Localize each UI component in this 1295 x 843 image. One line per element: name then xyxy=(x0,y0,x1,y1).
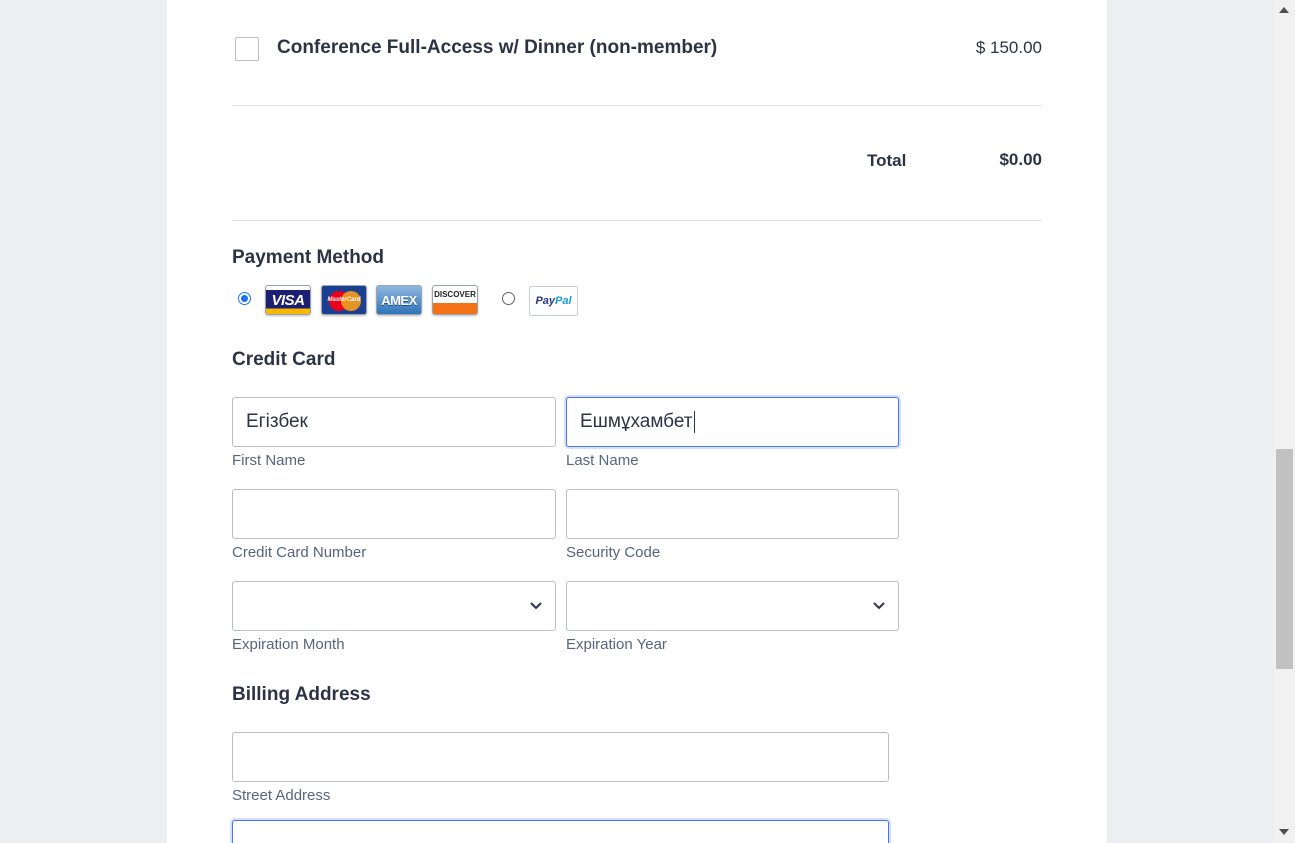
security-code-input[interactable] xyxy=(566,489,899,539)
last-name-value: Ешмұхамбет xyxy=(580,411,693,432)
total-value: $0.00 xyxy=(999,150,1042,169)
credit-card-radio[interactable] xyxy=(238,292,251,305)
product-checkbox[interactable] xyxy=(235,37,259,61)
divider xyxy=(232,220,1042,221)
first-name-value: Егізбек xyxy=(246,411,308,432)
street-address-line-2-input[interactable] xyxy=(232,820,889,843)
amex-logo: AMEX xyxy=(376,285,422,315)
product-price: $ 150.00 xyxy=(975,38,1042,57)
security-code-label: Security Code xyxy=(566,544,661,561)
scrollbar-thumb[interactable] xyxy=(1276,449,1293,669)
payment-method-title: Payment Method xyxy=(232,247,385,268)
card-number-input[interactable] xyxy=(232,489,556,539)
street-address-label: Street Address xyxy=(232,787,331,804)
chevron-down-icon xyxy=(530,602,542,610)
paypal-logo-text-2: Pal xyxy=(555,295,572,307)
expiration-year-select[interactable] xyxy=(566,581,899,631)
paypal-radio[interactable] xyxy=(502,292,515,305)
first-name-input[interactable]: Егізбек xyxy=(232,397,556,447)
expiration-month-select[interactable] xyxy=(232,581,556,631)
chevron-down-icon xyxy=(873,602,885,610)
form-card: Conference Full-Access w/ Dinner (non-me… xyxy=(167,0,1107,843)
discover-logo: DISCOVER xyxy=(432,285,478,315)
expiration-year-label: Expiration Year xyxy=(566,636,667,653)
paypal-logo: Pay Pal xyxy=(529,286,578,316)
card-number-label: Credit Card Number xyxy=(232,544,367,561)
text-caret xyxy=(693,411,695,433)
scrollbar[interactable] xyxy=(1274,0,1295,843)
divider xyxy=(232,105,1042,106)
expiration-month-label: Expiration Month xyxy=(232,636,345,653)
total-label: Total xyxy=(867,151,907,170)
scroll-up-arrow-icon[interactable] xyxy=(1279,6,1289,14)
paypal-logo-text-1: Pay xyxy=(535,295,556,307)
last-name-label: Last Name xyxy=(566,452,639,469)
street-address-input[interactable] xyxy=(232,732,889,782)
last-name-input[interactable]: Ешмұхамбет xyxy=(566,397,899,447)
mastercard-logo: MasterCard xyxy=(321,285,367,315)
scroll-down-arrow-icon[interactable] xyxy=(1279,828,1289,836)
billing-address-title: Billing Address xyxy=(232,684,371,705)
first-name-label: First Name xyxy=(232,452,306,469)
visa-logo: VISA xyxy=(265,285,311,315)
credit-card-title: Credit Card xyxy=(232,349,336,370)
product-name: Conference Full-Access w/ Dinner (non-me… xyxy=(277,37,718,58)
mastercard-logo-text: MasterCard xyxy=(327,297,361,303)
